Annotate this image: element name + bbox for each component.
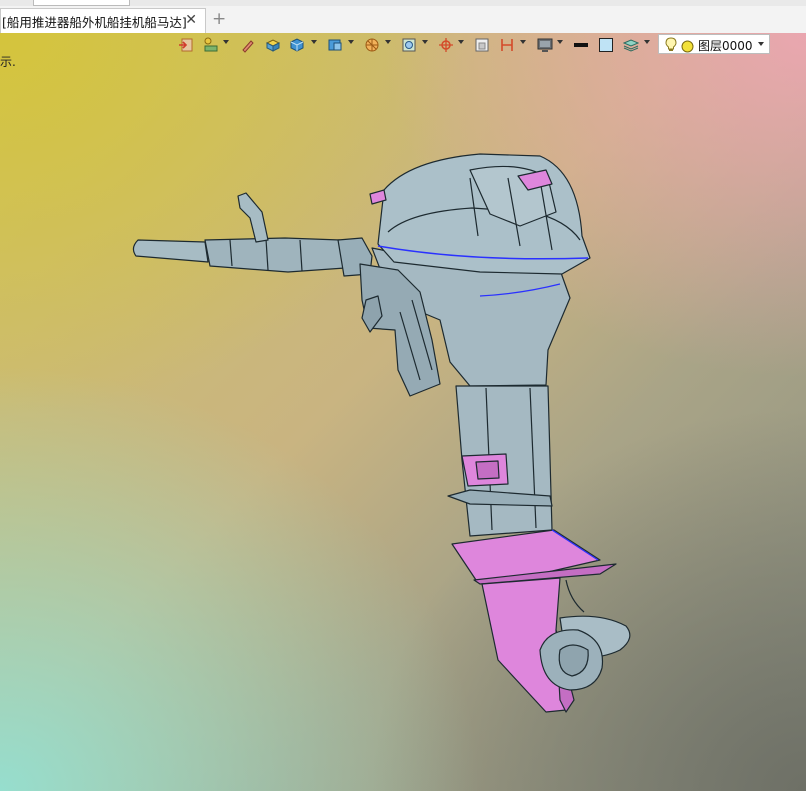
yellow-circle-icon[interactable] bbox=[681, 38, 694, 57]
throttle-hook bbox=[237, 192, 269, 243]
solid-shade-icon[interactable] bbox=[264, 36, 282, 54]
fill-color-swatch[interactable] bbox=[597, 36, 615, 54]
crosshair-pan-icon[interactable] bbox=[437, 36, 455, 54]
chevron-down-icon[interactable] bbox=[520, 40, 526, 44]
layer-select[interactable]: 图层0000 bbox=[658, 34, 770, 54]
close-icon[interactable]: ✕ bbox=[185, 12, 197, 28]
pen-icon[interactable] bbox=[239, 36, 257, 54]
chevron-down-icon[interactable] bbox=[458, 40, 464, 44]
layer-name: 图层0000 bbox=[698, 39, 753, 53]
lightbulb-icon[interactable] bbox=[665, 37, 677, 56]
chevron-down-icon[interactable] bbox=[311, 40, 317, 44]
chevron-down-icon[interactable] bbox=[557, 40, 563, 44]
top-toolbar-ghost bbox=[0, 0, 806, 6]
section-icon[interactable] bbox=[498, 36, 516, 54]
tiller-grip bbox=[132, 239, 209, 263]
tab-title: [船用推进器船外机船挂机船马达] bbox=[2, 14, 187, 30]
chevron-down-icon[interactable] bbox=[644, 40, 650, 44]
view-cube-icon[interactable] bbox=[326, 36, 344, 54]
tiller-arm bbox=[204, 237, 346, 273]
layer-tree-icon[interactable] bbox=[202, 36, 220, 54]
document-tab[interactable]: [船用推进器船外机船挂机船马达] ✕ bbox=[0, 8, 206, 33]
chevron-down-icon[interactable] bbox=[385, 40, 391, 44]
frame-icon[interactable] bbox=[473, 36, 491, 54]
cube-icon[interactable] bbox=[288, 36, 306, 54]
viewport-3d[interactable]: 示. bbox=[0, 33, 806, 791]
monitor-icon[interactable] bbox=[536, 36, 554, 54]
zoom-fit-icon[interactable] bbox=[400, 36, 418, 54]
outboard-motor-model[interactable] bbox=[0, 33, 806, 791]
chevron-down-icon[interactable] bbox=[422, 40, 428, 44]
view-toolbar: 图层0000 bbox=[175, 34, 775, 56]
ghost-field bbox=[33, 0, 130, 6]
globe-render-icon[interactable] bbox=[363, 36, 381, 54]
chevron-down-icon[interactable] bbox=[758, 42, 764, 46]
line-color-swatch[interactable] bbox=[572, 36, 590, 54]
stack-layers-icon[interactable] bbox=[622, 36, 640, 54]
chevron-down-icon[interactable] bbox=[223, 40, 229, 44]
tab-strip: [船用推进器船外机船挂机船马达] ✕ + bbox=[0, 0, 806, 34]
chevron-down-icon[interactable] bbox=[348, 40, 354, 44]
exit-icon[interactable] bbox=[177, 36, 195, 54]
add-tab-icon[interactable]: + bbox=[212, 9, 226, 29]
